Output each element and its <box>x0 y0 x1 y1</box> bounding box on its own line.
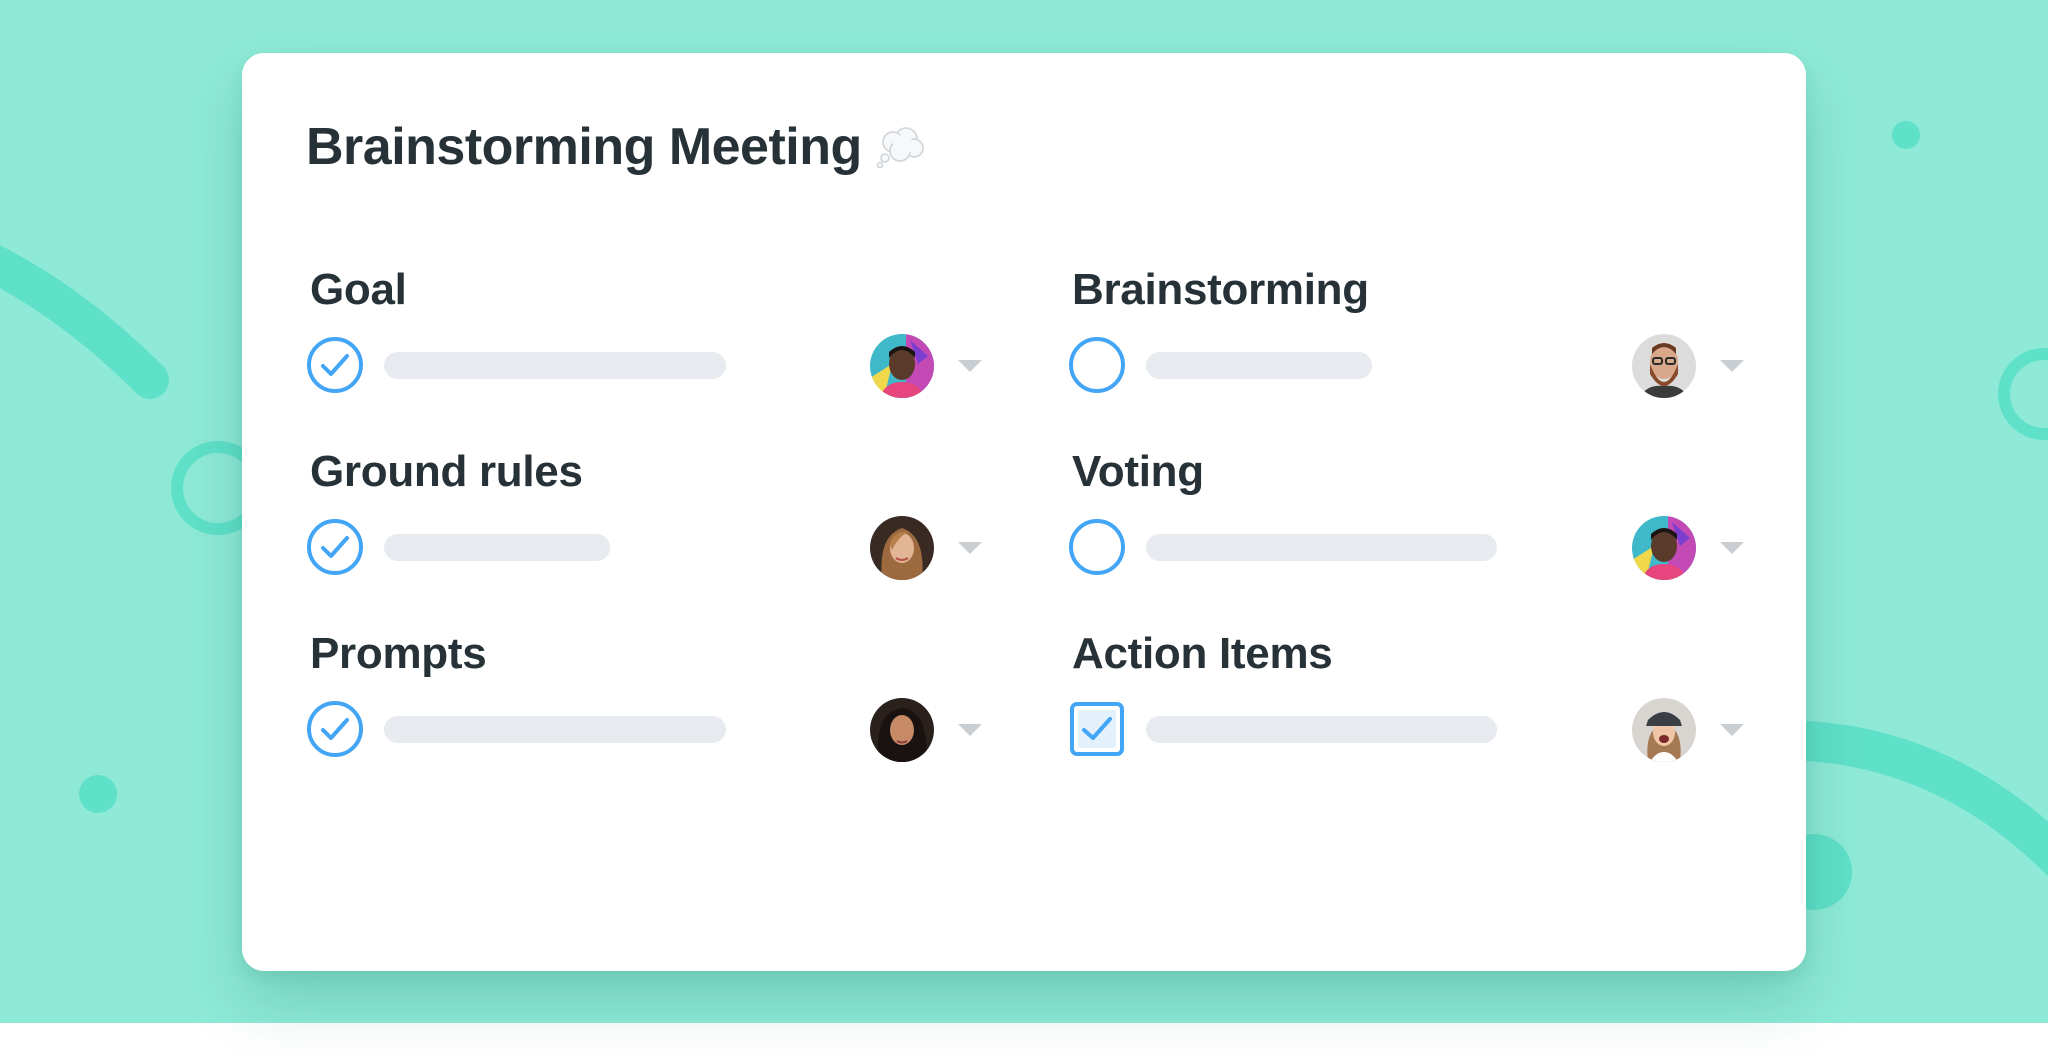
check-circle-icon[interactable] <box>306 518 364 576</box>
section-prompts: Prompts <box>306 632 986 782</box>
section-voting: Voting <box>1068 450 1748 600</box>
avatar-woman-curly-hair-icon <box>870 698 934 762</box>
section-title: Goal <box>310 265 407 314</box>
decor-ring-right <box>1998 348 2048 440</box>
assignee-avatar[interactable] <box>870 516 934 580</box>
agenda-item-row <box>1068 698 1748 762</box>
card-title: Brainstorming Meeting <box>306 121 926 173</box>
caret-down-icon[interactable] <box>956 358 984 374</box>
agenda-item-row <box>1068 516 1748 580</box>
assignee-avatar[interactable] <box>1632 516 1696 580</box>
section-title: Brainstorming <box>1072 265 1369 314</box>
card-title-text: Brainstorming Meeting <box>306 118 862 176</box>
meeting-card: Brainstorming Meeting Goal Brainstorming… <box>242 53 1806 971</box>
assignee-avatar[interactable] <box>870 334 934 398</box>
agenda-item-row <box>306 698 986 762</box>
caret-down-icon[interactable] <box>1718 540 1746 556</box>
avatar-man-dark-skin-icon <box>870 334 934 398</box>
avatar-woman-cap-icon <box>1632 698 1696 762</box>
avatar-man-dark-skin-icon <box>1632 516 1696 580</box>
empty-circle-icon[interactable] <box>1068 518 1126 576</box>
thought-bubble-icon <box>876 124 926 170</box>
assignee-avatar[interactable] <box>1632 334 1696 398</box>
section-title: Prompts <box>310 629 487 678</box>
text-placeholder-bar <box>384 534 610 561</box>
caret-down-icon[interactable] <box>1718 722 1746 738</box>
text-placeholder-bar <box>384 716 726 743</box>
decor-dot-left <box>79 775 117 813</box>
caret-down-icon[interactable] <box>956 722 984 738</box>
text-placeholder-bar <box>1146 716 1497 743</box>
section-ground-rules: Ground rules <box>306 450 986 600</box>
section-brainstorming: Brainstorming <box>1068 268 1748 418</box>
section-title: Action Items <box>1072 629 1333 678</box>
avatar-woman-long-hair-icon <box>870 516 934 580</box>
text-placeholder-bar <box>1146 352 1372 379</box>
caret-down-icon[interactable] <box>956 540 984 556</box>
decor-arc-left <box>0 245 169 399</box>
agenda-item-row <box>306 334 986 398</box>
section-title: Ground rules <box>310 447 583 496</box>
avatar-bearded-man-icon <box>1632 334 1696 398</box>
assignee-avatar[interactable] <box>870 698 934 762</box>
section-goal: Goal <box>306 268 986 418</box>
check-circle-icon[interactable] <box>306 336 364 394</box>
agenda-item-row <box>306 516 986 580</box>
decor-dot-right <box>1892 121 1920 149</box>
empty-circle-icon[interactable] <box>1068 336 1126 394</box>
section-title: Voting <box>1072 447 1204 496</box>
section-action-items: Action Items <box>1068 632 1748 782</box>
text-placeholder-bar <box>384 352 726 379</box>
text-placeholder-bar <box>1146 534 1497 561</box>
caret-down-icon[interactable] <box>1718 358 1746 374</box>
agenda-item-row <box>1068 334 1748 398</box>
assignee-avatar[interactable] <box>1632 698 1696 762</box>
check-circle-icon[interactable] <box>306 700 364 758</box>
checkbox-checked-icon[interactable] <box>1068 700 1126 758</box>
